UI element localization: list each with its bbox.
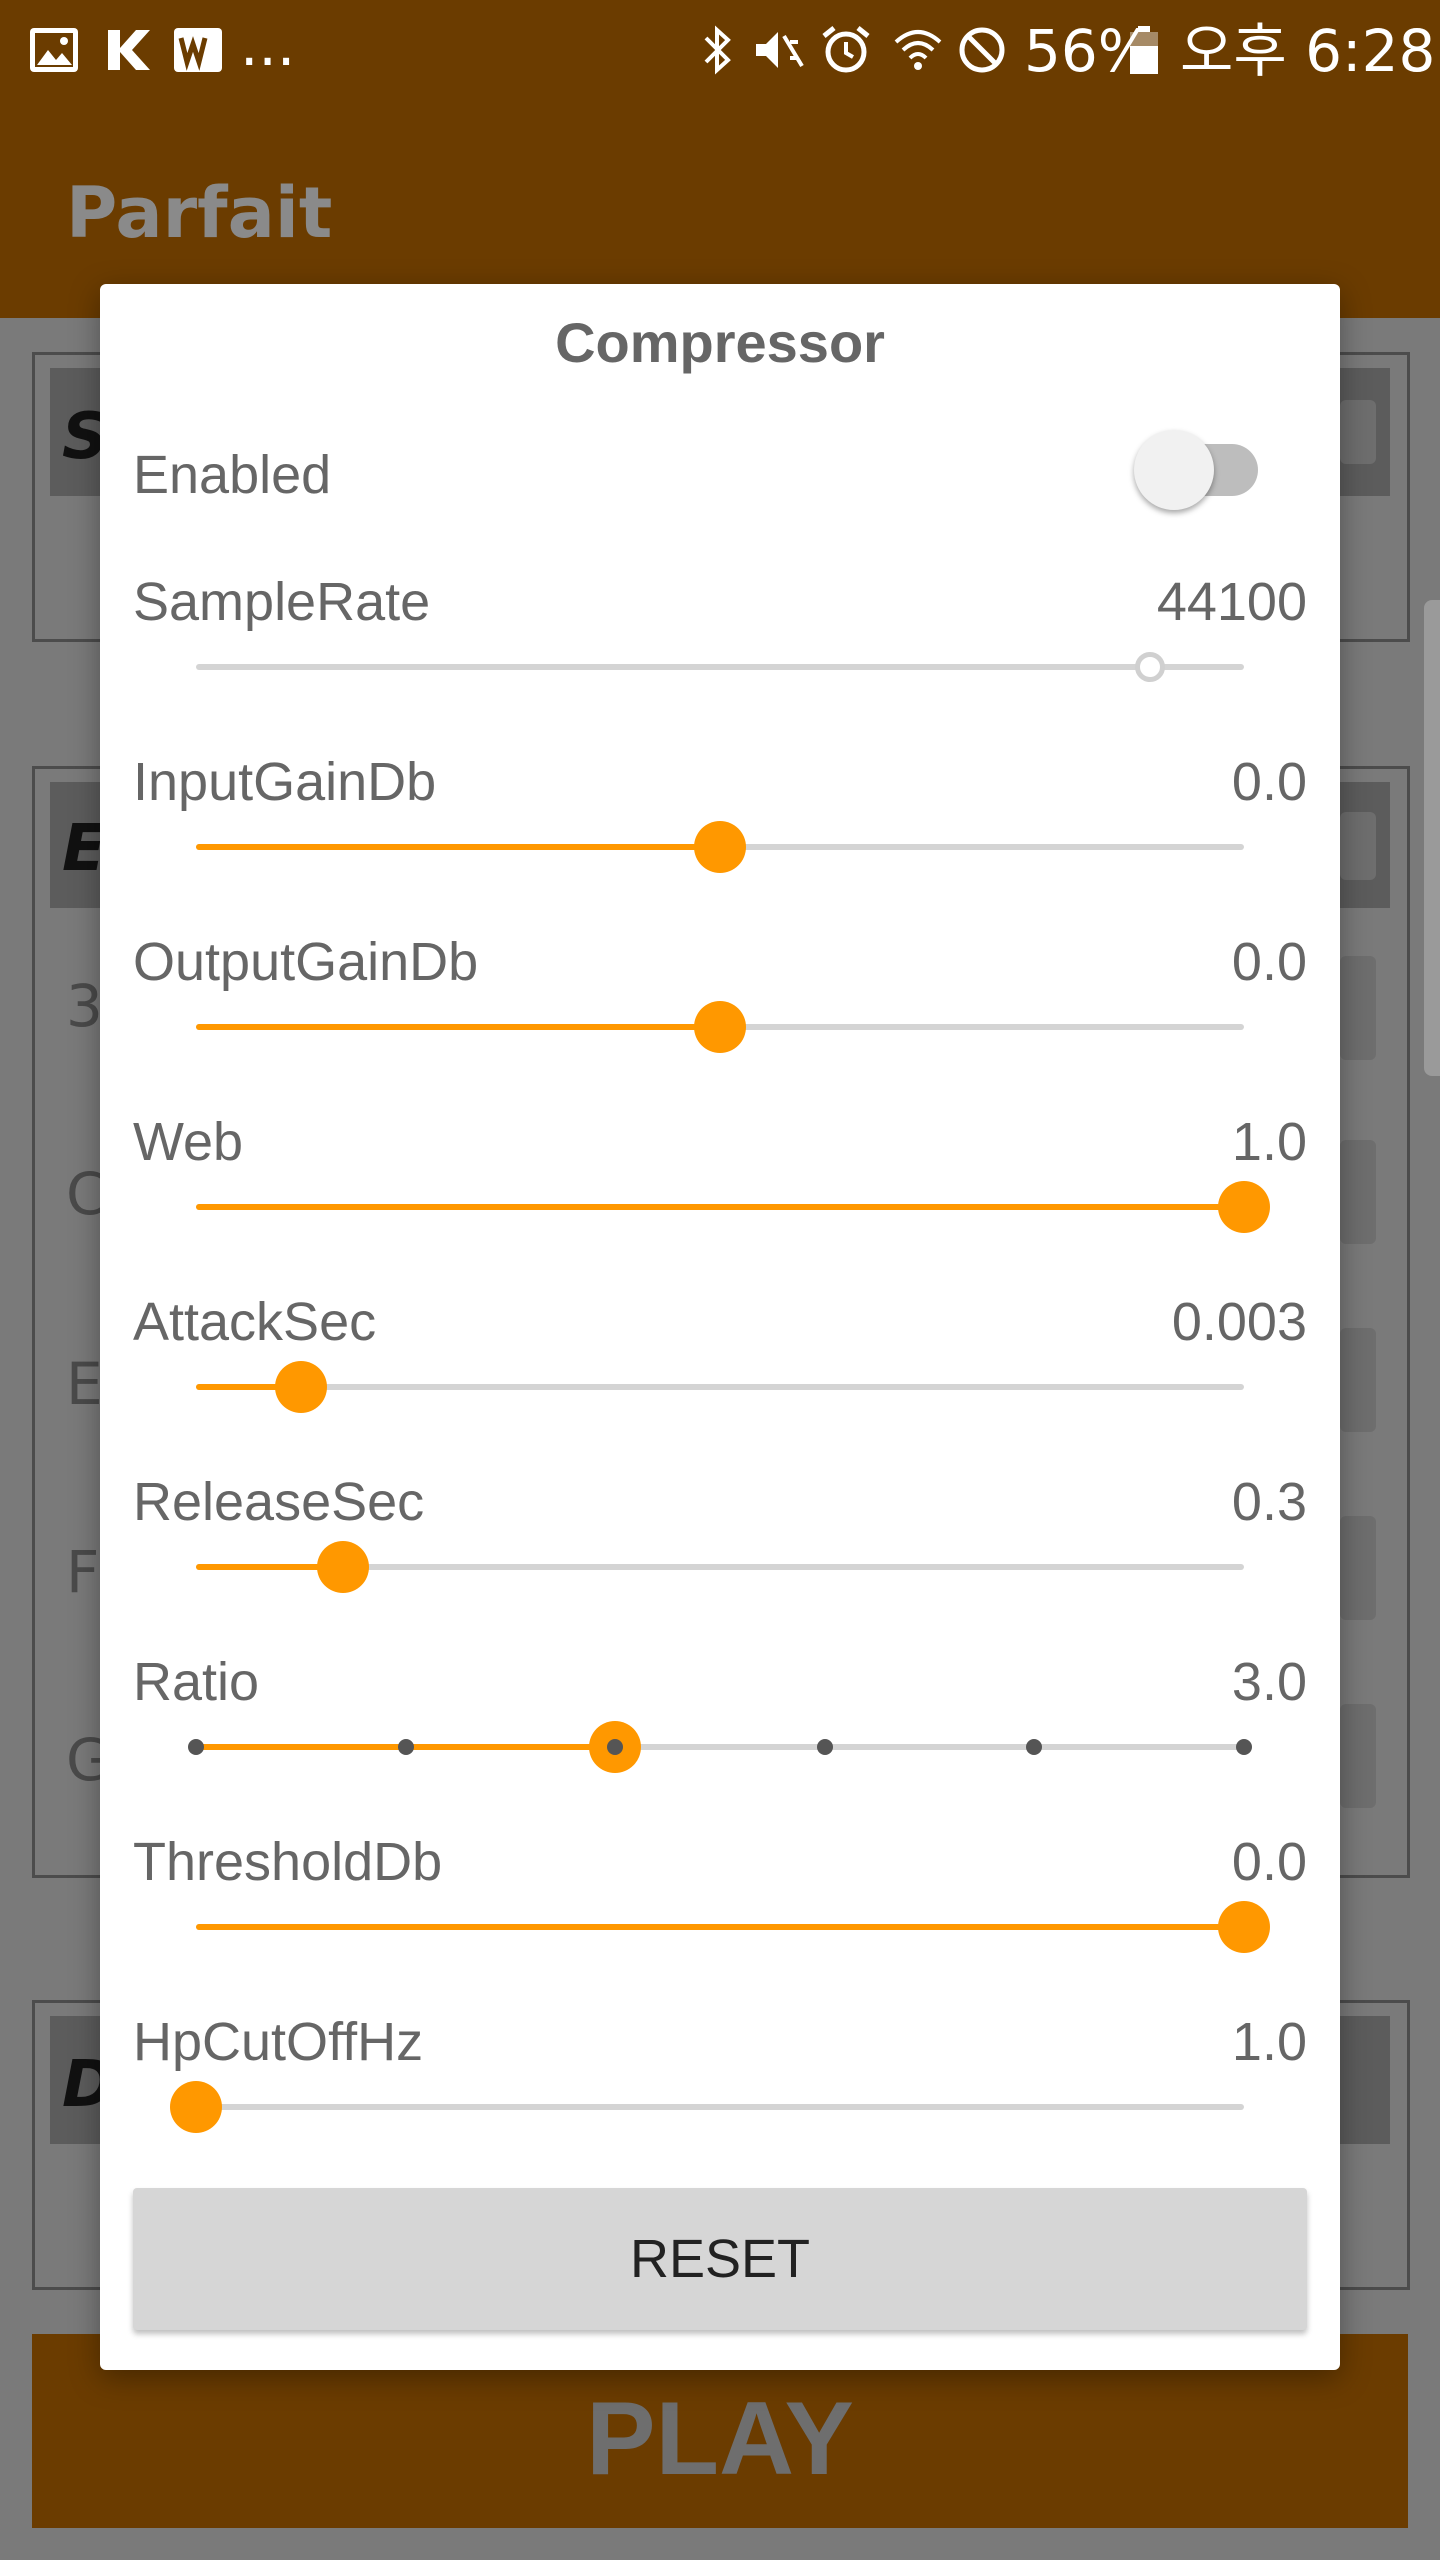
slider-row-attacksec: AttackSec 0.003 — [100, 1290, 1340, 1470]
slider-value: 0.0 — [1231, 932, 1307, 992]
slider-label: AttackSec — [133, 1292, 377, 1352]
slider-track[interactable] — [196, 1181, 1270, 1233]
slider-fill — [196, 844, 720, 850]
slider-track[interactable] — [196, 821, 1244, 873]
slider-value: 44100 — [1156, 572, 1307, 632]
slider-label: Ratio — [133, 1652, 260, 1712]
bluetooth-icon — [704, 25, 731, 75]
slider-thumb-dot — [607, 1739, 624, 1755]
background-chip — [1340, 1328, 1376, 1432]
slider-label: ThresholdDb — [133, 1832, 443, 1892]
slider-value: 0.0 — [1231, 1832, 1307, 1892]
slider-label: InputGainDb — [133, 752, 437, 812]
slider-fill — [196, 1024, 720, 1030]
slider-fill — [196, 1204, 1244, 1210]
background-letter: 3 — [66, 972, 103, 1040]
image-icon — [30, 28, 78, 72]
background-chip — [1340, 956, 1376, 1060]
slider-track[interactable] — [188, 1721, 1252, 1773]
app-title: Parfait — [66, 172, 333, 254]
background-chip — [1340, 1516, 1376, 1620]
slider-label: SampleRate — [133, 572, 431, 632]
slider-row-inputgaindb: InputGainDb 0.0 — [100, 750, 1340, 930]
switch-thumb[interactable] — [1134, 430, 1214, 510]
dialog-title: Compressor — [555, 311, 885, 374]
slider-row-ratio: Ratio 3.0 — [100, 1650, 1340, 1830]
slider-value: 1.0 — [1231, 1112, 1307, 1172]
slider-label: OutputGainDb — [133, 932, 479, 992]
k-app-icon — [108, 30, 150, 70]
slider-track[interactable] — [170, 2081, 1244, 2133]
slider-thumb[interactable] — [589, 1721, 642, 1773]
slider-track[interactable] — [196, 1361, 1244, 1413]
slider-row-thresholddb: ThresholdDb 0.0 — [100, 1830, 1340, 2010]
slider-track[interactable] — [196, 1901, 1270, 1953]
slider-thumb[interactable] — [274, 1361, 327, 1413]
slider-row-web: Web 1.0 — [100, 1110, 1340, 1290]
enabled-label: Enabled — [133, 445, 332, 505]
slider-value: 0.0 — [1231, 752, 1307, 812]
slider-row-releasesec: ReleaseSec 0.3 — [100, 1470, 1340, 1650]
slider-fill — [196, 1924, 1244, 1930]
slider-value: 0.003 — [1171, 1292, 1307, 1352]
slider-track[interactable] — [196, 652, 1244, 682]
slider-value: 0.3 — [1231, 1472, 1307, 1532]
status-bar: ... 56% 오후 6:28 — [0, 0, 1440, 100]
slider-thumb[interactable] — [694, 1001, 746, 1053]
background-chip — [1340, 812, 1376, 880]
background-letter: E — [66, 1350, 103, 1418]
slider-tick — [816, 1739, 833, 1755]
enabled-switch[interactable] — [1134, 430, 1258, 510]
vibrate-mute-icon — [756, 32, 804, 68]
slider-thumb[interactable] — [316, 1541, 369, 1593]
do-not-disturb-icon — [959, 27, 1005, 73]
background-letter: F — [66, 1538, 100, 1606]
slider-track[interactable] — [196, 1541, 1244, 1593]
slider-thumb[interactable] — [170, 2081, 222, 2133]
compressor-dialog: Compressor Enabled SampleRate 44100 Inpu… — [100, 284, 1340, 2370]
overflow-indicator: ... — [240, 11, 296, 79]
slider-thumb[interactable] — [1218, 1901, 1270, 1953]
slider-tick — [188, 1739, 204, 1755]
alarm-icon — [822, 26, 870, 73]
slider-track[interactable] — [196, 1001, 1244, 1053]
slider-row-hpcutoffhz: HpCutOffHz 1.0 — [100, 2010, 1340, 2190]
w-app-icon — [174, 28, 222, 72]
slider-thumb[interactable] — [1134, 652, 1165, 682]
slider-tick — [1236, 1739, 1252, 1755]
slider-tick — [1026, 1739, 1043, 1755]
slider-label: ReleaseSec — [133, 1472, 425, 1532]
slider-label: HpCutOffHz — [133, 2012, 424, 2072]
background-chip — [1340, 1704, 1376, 1808]
slider-value: 3.0 — [1231, 1652, 1307, 1712]
background-chip — [1340, 400, 1376, 464]
slider-thumb[interactable] — [694, 821, 746, 873]
slider-value: 1.0 — [1231, 2012, 1307, 2072]
slider-tick — [397, 1739, 414, 1755]
wifi-icon — [894, 30, 942, 70]
slider-row-samplerate: SampleRate 44100 — [100, 570, 1340, 750]
slider-thumb[interactable] — [1218, 1181, 1270, 1233]
slider-label: Web — [133, 1112, 244, 1172]
background-chip — [1340, 1140, 1376, 1244]
slider-row-outputgaindb: OutputGainDb 0.0 — [100, 930, 1340, 1110]
reset-button[interactable]: RESET — [133, 2188, 1307, 2330]
battery-icon — [1130, 26, 1158, 74]
status-time: 오후 6:28 — [1180, 17, 1436, 85]
scrollbar[interactable] — [1424, 600, 1440, 1076]
